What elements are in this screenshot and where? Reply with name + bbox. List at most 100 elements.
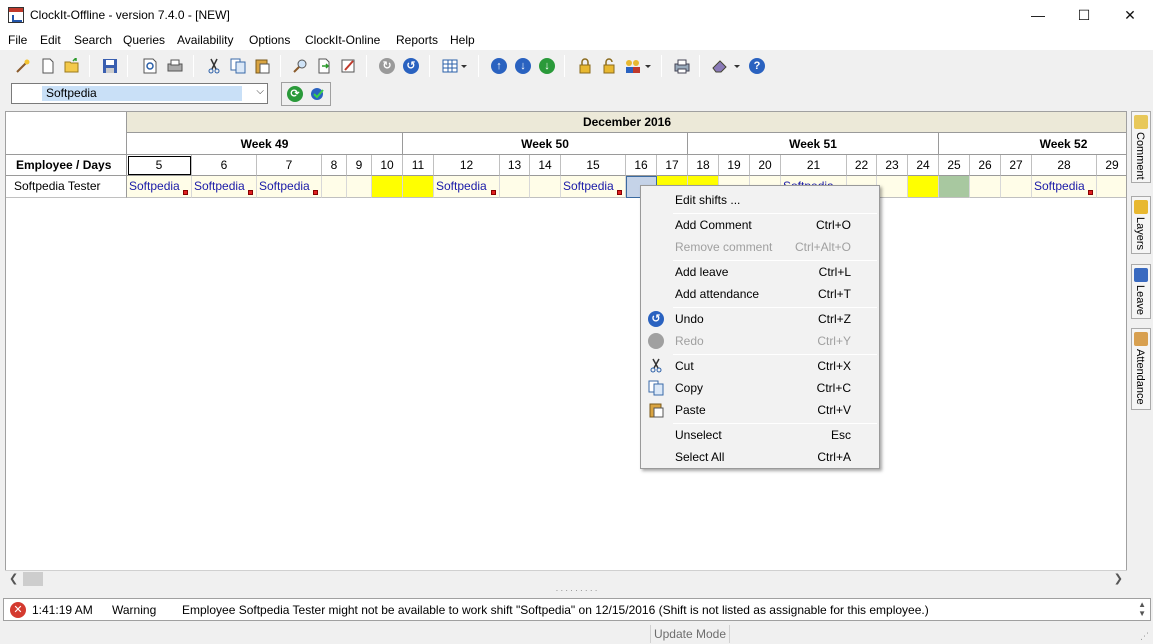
log-scroll-spinner[interactable]: ▲ ▼	[1138, 600, 1146, 618]
menu-options[interactable]: Options	[249, 33, 290, 47]
shift-cell[interactable]	[322, 176, 347, 198]
day-header[interactable]: 22	[847, 155, 877, 176]
find-icon[interactable]	[289, 55, 311, 77]
menu-edit[interactable]: Edit	[40, 33, 61, 47]
eraser-icon[interactable]	[709, 55, 743, 77]
day-header[interactable]: 15	[561, 155, 626, 176]
shift-cell[interactable]	[939, 176, 970, 198]
cut-icon[interactable]	[203, 55, 225, 77]
shift-cell[interactable]	[372, 176, 403, 198]
maximize-button[interactable]: ☐	[1061, 0, 1107, 30]
shift-cell[interactable]	[403, 176, 434, 198]
menu-item-add-attendance[interactable]: Add attendance Ctrl+T	[675, 284, 875, 304]
print-icon[interactable]	[164, 55, 186, 77]
day-header[interactable]: 23	[877, 155, 908, 176]
day-header[interactable]: 14	[530, 155, 561, 176]
day-header[interactable]: 24	[908, 155, 939, 176]
day-header[interactable]: 19	[719, 155, 750, 176]
shift-cell[interactable]	[970, 176, 1001, 198]
panel-splitter[interactable]: · · · · · · · · ·	[0, 587, 1153, 597]
day-header[interactable]: 10	[372, 155, 403, 176]
menu-item-select-all[interactable]: Select All Ctrl+A	[675, 447, 875, 467]
employee-name[interactable]: Softpedia Tester	[6, 176, 127, 198]
day-header[interactable]: 7	[257, 155, 322, 176]
shift-cell[interactable]: Softpedia	[561, 176, 626, 198]
side-tab-layers[interactable]: Layers	[1131, 196, 1151, 254]
shift-cell[interactable]	[500, 176, 530, 198]
resize-grip-icon[interactable]: ⋰	[1140, 631, 1150, 641]
day-header[interactable]: 25	[939, 155, 970, 176]
menu-availability[interactable]: Availability	[177, 33, 233, 47]
printer-icon[interactable]	[671, 55, 693, 77]
users-icon[interactable]	[622, 55, 654, 77]
shift-cell[interactable]: Softpedia	[192, 176, 257, 198]
shift-cell[interactable]	[877, 176, 908, 198]
side-tab-comment[interactable]: Comment	[1131, 111, 1151, 183]
day-header[interactable]: 12	[434, 155, 500, 176]
copy-icon[interactable]	[227, 55, 249, 77]
menu-search[interactable]: Search	[74, 33, 112, 47]
grid-view-icon[interactable]	[440, 55, 470, 77]
menu-item-unselect[interactable]: Unselect Esc	[675, 425, 875, 445]
shift-cell[interactable]: Softpedia	[257, 176, 322, 198]
paste-icon[interactable]	[251, 55, 273, 77]
menu-item-add-comment[interactable]: Add Comment Ctrl+O	[675, 215, 875, 235]
day-header[interactable]: 17	[657, 155, 688, 176]
filter-check-icon[interactable]	[307, 83, 329, 105]
shift-cell[interactable]	[347, 176, 372, 198]
menu-file[interactable]: File	[8, 33, 27, 47]
unlock-icon[interactable]	[598, 55, 620, 77]
arrow-up-icon[interactable]: ↑	[488, 55, 510, 77]
chevron-down-icon[interactable]: ⌵	[256, 86, 264, 97]
export-icon[interactable]	[313, 55, 335, 77]
wand-icon[interactable]	[12, 55, 34, 77]
menu-item-edit-shifts[interactable]: Edit shifts ...	[675, 190, 875, 210]
arrow-down-icon[interactable]: ↓	[512, 55, 534, 77]
menu-item-undo[interactable]: Undo Ctrl+Z	[675, 309, 875, 329]
menu-item-paste[interactable]: Paste Ctrl+V	[675, 400, 875, 420]
save-icon[interactable]	[99, 55, 121, 77]
minimize-button[interactable]: —	[1015, 0, 1061, 30]
help-icon[interactable]: ?	[746, 55, 768, 77]
menu-item-copy[interactable]: Copy Ctrl+C	[675, 378, 875, 398]
day-header[interactable]: 8	[322, 155, 347, 176]
menu-item-add-leave[interactable]: Add leave Ctrl+L	[675, 262, 875, 282]
horizontal-scrollbar[interactable]: ❮ ❯	[5, 570, 1127, 587]
day-header[interactable]: 9	[347, 155, 372, 176]
day-header[interactable]: 11	[403, 155, 434, 176]
redo-icon[interactable]: ↻	[376, 55, 398, 77]
menu-help[interactable]: Help	[450, 33, 475, 47]
arrow-down-green-icon[interactable]: ↓	[536, 55, 558, 77]
close-button[interactable]: ✕	[1107, 0, 1153, 30]
menu-queries[interactable]: Queries	[123, 33, 165, 47]
open-folder-icon[interactable]	[61, 55, 83, 77]
shift-cell[interactable]	[1097, 176, 1126, 198]
shift-cell[interactable]	[1001, 176, 1032, 198]
shift-cell[interactable]: Softpedia	[434, 176, 500, 198]
day-header[interactable]: 28	[1032, 155, 1097, 176]
scroll-thumb[interactable]	[23, 572, 43, 586]
menu-reports[interactable]: Reports	[396, 33, 438, 47]
day-header[interactable]: 27	[1001, 155, 1032, 176]
side-tab-leave[interactable]: Leave	[1131, 264, 1151, 319]
lock-icon[interactable]	[574, 55, 596, 77]
undo-icon[interactable]: ↺	[400, 55, 422, 77]
menu-item-cut[interactable]: Cut Ctrl+X	[675, 356, 875, 376]
day-header[interactable]: 6	[192, 155, 257, 176]
day-header[interactable]: 26	[970, 155, 1001, 176]
menu-clockit-online[interactable]: ClockIt-Online	[305, 33, 380, 47]
shift-cell[interactable]	[530, 176, 561, 198]
scroll-left-icon[interactable]: ❮	[9, 572, 18, 585]
shift-cell[interactable]	[908, 176, 939, 198]
day-header[interactable]: 16	[626, 155, 657, 176]
layer-combo[interactable]: Softpedia ⌵	[11, 83, 268, 104]
day-header[interactable]: 20	[750, 155, 781, 176]
day-header[interactable]: 21	[781, 155, 847, 176]
shift-cell[interactable]: Softpedia	[1032, 176, 1097, 198]
shift-cell[interactable]: Softpedia	[127, 176, 192, 198]
day-header[interactable]: 29	[1097, 155, 1126, 176]
day-header[interactable]: 5	[127, 155, 192, 176]
scroll-right-icon[interactable]: ❯	[1114, 572, 1123, 585]
side-tab-attendance[interactable]: Attendance	[1131, 328, 1151, 410]
edit-icon[interactable]	[337, 55, 359, 77]
